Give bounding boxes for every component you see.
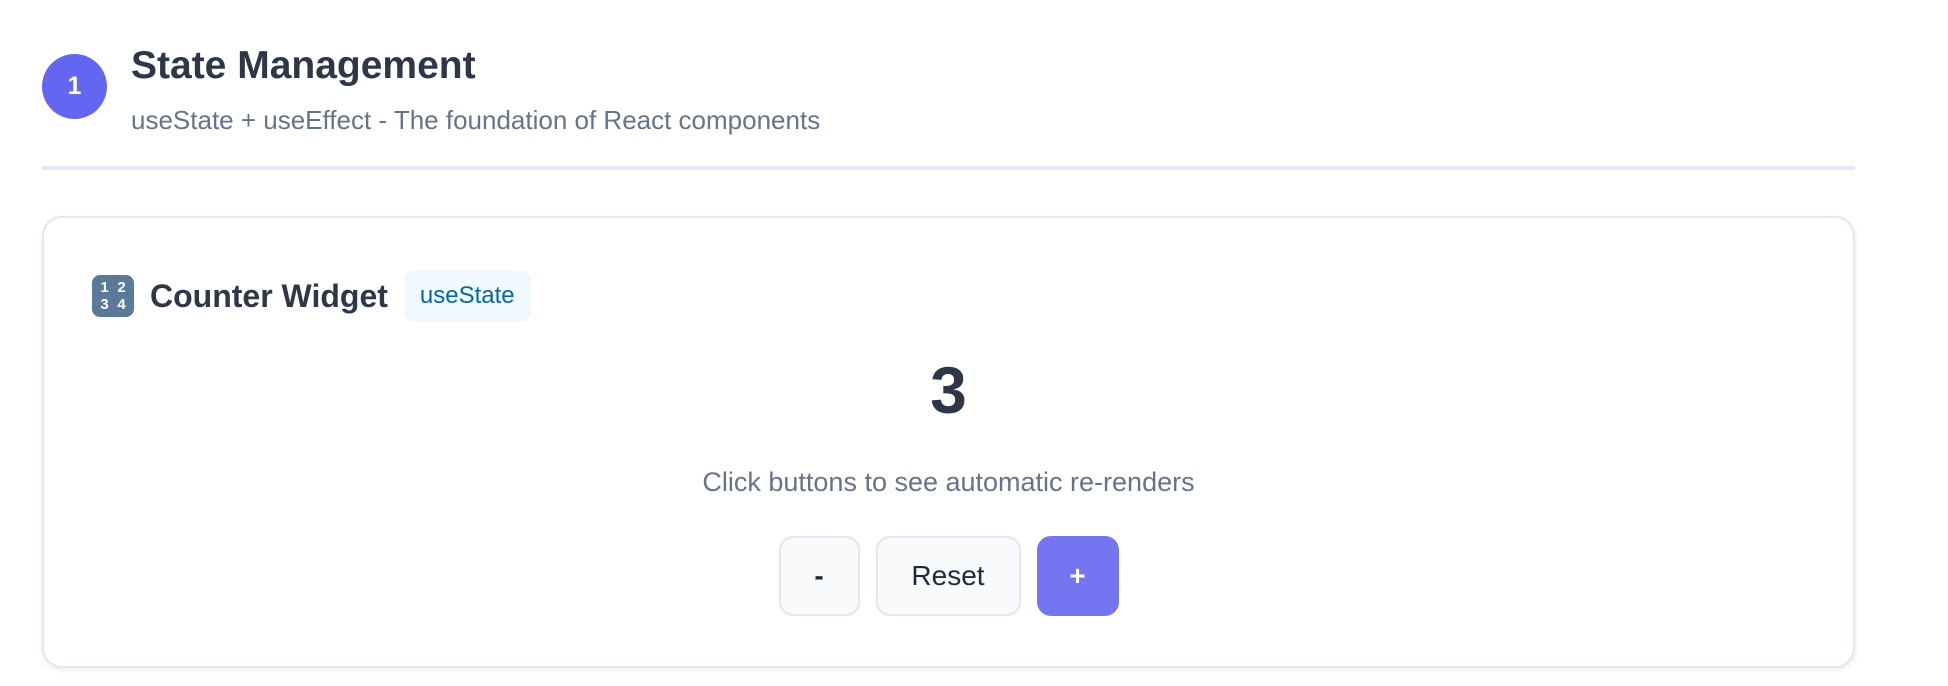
icon-digit: 4 [117,296,126,313]
counter-hint: Click buttons to see automatic re-render… [702,467,1195,497]
hook-tag: useState [403,270,531,322]
step-number-badge: 1 [42,54,107,119]
counter-widget-card: 1 2 3 4 Counter Widget useState 3 Click … [42,216,1855,668]
increment-button[interactable]: + [1036,536,1119,616]
icon-digit: 2 [117,279,126,296]
section-title: State Management [131,44,476,87]
reset-button[interactable]: Reset [875,536,1021,616]
card-header: 1 2 3 4 Counter Widget useState [92,270,531,322]
decrement-button[interactable]: - [778,536,860,616]
input-numbers-icon: 1 2 3 4 [92,275,134,317]
icon-digit: 1 [100,279,109,296]
icon-digit: 3 [100,296,109,313]
section-subtitle: useState + useEffect - The foundation of… [131,105,821,135]
counter-controls: - Reset + [44,536,1853,616]
page: 1 State Management useState + useEffect … [0,0,1948,686]
card-title: Counter Widget [150,277,388,314]
section-header: 1 State Management useState + useEffect … [42,40,1855,170]
counter-value: 3 [930,353,967,427]
